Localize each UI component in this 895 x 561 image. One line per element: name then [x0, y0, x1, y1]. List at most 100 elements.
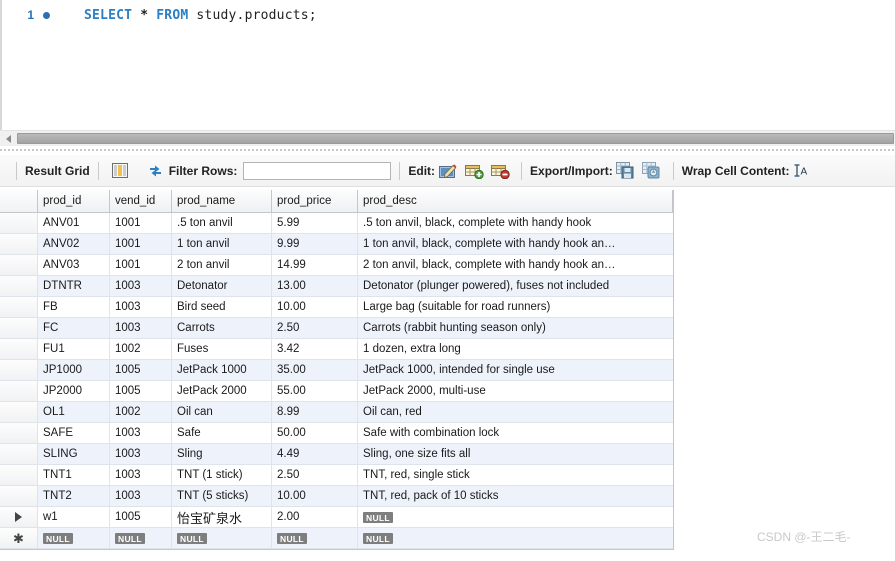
cell-vend_id[interactable]: 1003 [110, 423, 172, 443]
cell-prod_id[interactable]: TNT2 [38, 486, 110, 506]
row-selector-cell[interactable] [0, 402, 38, 422]
row-selector-cell[interactable] [0, 360, 38, 380]
row-selector-cell[interactable] [0, 213, 38, 233]
cell-prod_id[interactable]: ANV03 [38, 255, 110, 275]
row-selector-cell[interactable] [0, 339, 38, 359]
cell-prod_price[interactable]: 2.50 [272, 465, 358, 485]
table-row[interactable]: FC 1003 Carrots 2.50 Carrots (rabbit hunting… [0, 318, 673, 339]
sql-editor[interactable]: 1 SELECT * FROM study.products; [0, 0, 895, 130]
column-header-prod_desc[interactable]: prod_desc [358, 190, 673, 212]
cell-prod_price[interactable]: 2.50 [272, 318, 358, 338]
cell-prod_name[interactable]: JetPack 1000 [172, 360, 272, 380]
cell-prod_id[interactable]: FB [38, 297, 110, 317]
row-selector-cell[interactable] [0, 444, 38, 464]
cell-prod_desc[interactable]: TNT, red, pack of 10 sticks [358, 486, 673, 506]
row-selector-cell[interactable] [0, 381, 38, 401]
cell-prod_price[interactable]: 4.49 [272, 444, 358, 464]
cell-prod_price[interactable]: 9.99 [272, 234, 358, 254]
cell-vend_id[interactable]: 1002 [110, 402, 172, 422]
cell-vend_id[interactable]: 1002 [110, 339, 172, 359]
wrap-cell-content-icon[interactable]: A [791, 161, 813, 181]
current-row-marker-icon[interactable] [0, 507, 38, 527]
cell-vend_id[interactable]: 1001 [110, 255, 172, 275]
cell-prod_price[interactable]: 50.00 [272, 423, 358, 443]
cell-vend_id[interactable]: 1003 [110, 486, 172, 506]
refresh-icon[interactable] [145, 161, 167, 181]
table-row[interactable]: OL1 1002 Oil can 8.99 Oil can, red [0, 402, 673, 423]
grid-view-icon[interactable] [109, 161, 131, 181]
edit-pencil-icon[interactable] [437, 161, 459, 181]
table-row[interactable]: JP2000 1005 JetPack 2000 55.00 JetPack 2000,… [0, 381, 673, 402]
table-row[interactable]: TNT2 1003 TNT (5 sticks) 10.00 TNT, red, pac… [0, 486, 673, 507]
cell-prod_name[interactable]: Carrots [172, 318, 272, 338]
cell-prod_desc[interactable]: Carrots (rabbit hunting season only) [358, 318, 673, 338]
filter-rows-input[interactable] [243, 161, 392, 180]
cell-prod_desc[interactable]: NULL [358, 507, 673, 527]
table-row[interactable]: DTNTR 1003 Detonator 13.00 Detonator (plunge… [0, 276, 673, 297]
cell-prod_desc[interactable]: 1 dozen, extra long [358, 339, 673, 359]
delete-row-icon[interactable] [489, 161, 511, 181]
column-header-prod_name[interactable]: prod_name [172, 190, 272, 212]
cell-prod_desc[interactable]: JetPack 2000, multi-use [358, 381, 673, 401]
cell-prod_id[interactable]: JP1000 [38, 360, 110, 380]
scrollbar-thumb[interactable] [17, 132, 894, 144]
cell-prod_desc[interactable]: Sling, one size fits all [358, 444, 673, 464]
row-selector-cell[interactable] [0, 318, 38, 338]
cell-prod_name[interactable]: Detonator [172, 276, 272, 296]
cell-prod_desc[interactable]: Detonator (plunger powered), fuses not i… [358, 276, 673, 296]
cell-prod_id[interactable]: TNT1 [38, 465, 110, 485]
cell-prod_price[interactable]: 13.00 [272, 276, 358, 296]
column-header-prod_price[interactable]: prod_price [272, 190, 358, 212]
row-selector-header[interactable] [0, 190, 38, 212]
cell-prod_name[interactable]: 怡宝矿泉水 [172, 507, 272, 527]
export-recordset-icon[interactable] [615, 161, 637, 181]
cell-prod_name[interactable]: NULL [172, 528, 272, 548]
table-row[interactable]: FU1 1002 Fuses 3.42 1 dozen, extra long [0, 339, 673, 360]
cell-prod_name[interactable]: Oil can [172, 402, 272, 422]
cell-vend_id[interactable]: 1005 [110, 507, 172, 527]
column-header-vend_id[interactable]: vend_id [110, 190, 172, 212]
cell-prod_id[interactable]: SLING [38, 444, 110, 464]
cell-prod_price[interactable]: NULL [272, 528, 358, 548]
cell-prod_name[interactable]: JetPack 2000 [172, 381, 272, 401]
cell-vend_id[interactable]: 1003 [110, 276, 172, 296]
add-row-icon[interactable] [463, 161, 485, 181]
cell-vend_id[interactable]: 1003 [110, 465, 172, 485]
scrollbar-track[interactable] [16, 131, 895, 147]
cell-prod_name[interactable]: Sling [172, 444, 272, 464]
row-selector-cell[interactable] [0, 234, 38, 254]
panel-splitter[interactable] [0, 146, 895, 153]
statement-marker-icon[interactable] [38, 11, 54, 19]
table-row[interactable]: FB 1003 Bird seed 10.00 Large bag (suitable … [0, 297, 673, 318]
cell-prod_desc[interactable]: .5 ton anvil, black, complete with handy… [358, 213, 673, 233]
cell-prod_price[interactable]: 2.00 [272, 507, 358, 527]
table-row[interactable]: w1 1005 怡宝矿泉水 2.00 NULL [0, 507, 673, 528]
import-recordset-icon[interactable] [641, 161, 663, 181]
cell-prod_name[interactable]: Safe [172, 423, 272, 443]
table-row[interactable]: TNT1 1003 TNT (1 stick) 2.50 TNT, red, singl… [0, 465, 673, 486]
cell-prod_name[interactable]: .5 ton anvil [172, 213, 272, 233]
editor-horizontal-scrollbar[interactable] [0, 130, 895, 146]
cell-vend_id[interactable]: 1001 [110, 213, 172, 233]
cell-prod_id[interactable]: OL1 [38, 402, 110, 422]
cell-prod_id[interactable]: DTNTR [38, 276, 110, 296]
row-selector-cell[interactable] [0, 297, 38, 317]
row-selector-cell[interactable] [0, 465, 38, 485]
cell-prod_desc[interactable]: 2 ton anvil, black, complete with handy … [358, 255, 673, 275]
editor-line-1[interactable]: 1 SELECT * FROM study.products; [2, 6, 895, 24]
row-selector-cell[interactable] [0, 276, 38, 296]
row-selector-cell[interactable] [0, 423, 38, 443]
cell-prod_price[interactable]: 3.42 [272, 339, 358, 359]
cell-vend_id[interactable]: 1003 [110, 318, 172, 338]
cell-prod_name[interactable]: 1 ton anvil [172, 234, 272, 254]
table-row[interactable]: ANV01 1001.5 ton anvil 5.99.5 ton anvil, b… [0, 213, 673, 234]
cell-prod_desc[interactable]: Safe with combination lock [358, 423, 673, 443]
cell-prod_desc[interactable]: Oil can, red [358, 402, 673, 422]
cell-vend_id[interactable]: 1005 [110, 360, 172, 380]
cell-vend_id[interactable]: 1001 [110, 234, 172, 254]
cell-vend_id[interactable]: 1003 [110, 297, 172, 317]
table-row[interactable]: ✱ NULL NULL NULL NULL NULL [0, 528, 673, 549]
cell-prod_id[interactable]: JP2000 [38, 381, 110, 401]
cell-prod_desc[interactable]: JetPack 1000, intended for single use [358, 360, 673, 380]
cell-prod_id[interactable]: ANV01 [38, 213, 110, 233]
